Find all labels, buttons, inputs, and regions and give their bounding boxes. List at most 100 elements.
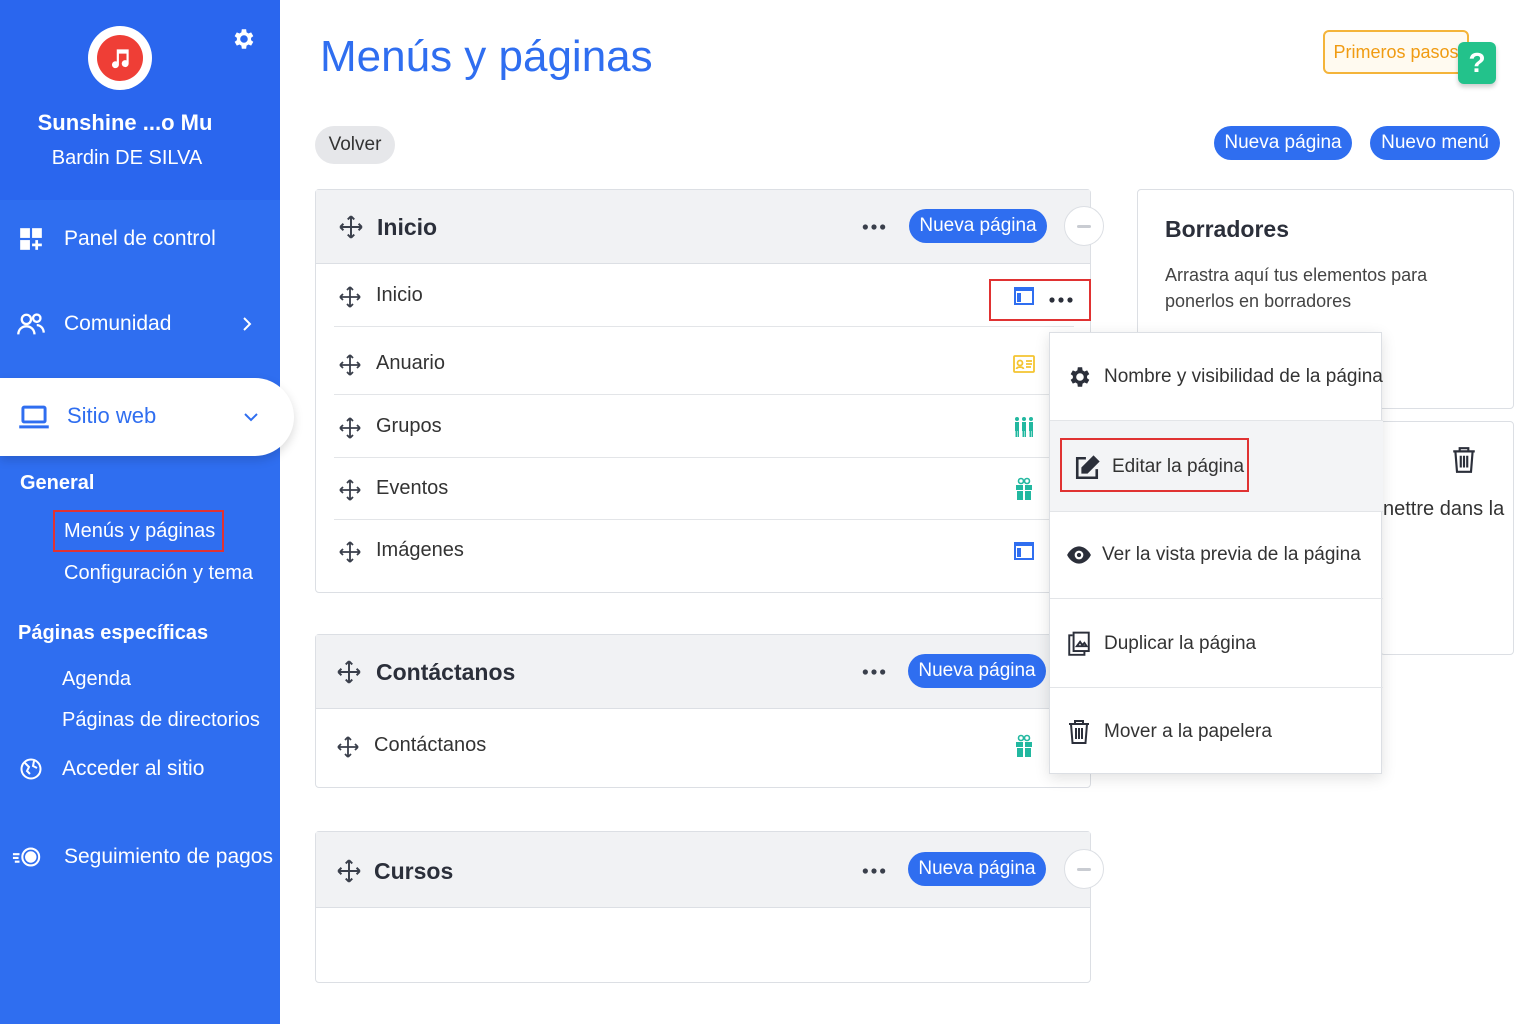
menu-new-page-button[interactable]: Nueva página [909,209,1047,243]
new-menu-button[interactable]: Nuevo menú [1370,126,1500,160]
trash-description: nettre dans la [1383,498,1505,520]
move-handle-icon[interactable] [336,735,360,759]
move-handle-icon[interactable] [338,285,362,309]
payment-tracking-icon [12,842,42,872]
music-note-icon [97,35,143,81]
nav-access-site[interactable]: Acceder al sitio [0,741,280,797]
move-handle-icon[interactable] [336,659,362,685]
chevron-right-icon [243,317,252,331]
collapse-button[interactable] [1064,849,1104,889]
nav-payments-label: Seguimiento de pagos [64,845,273,868]
gift-icon [1016,734,1032,757]
nav-dashboard-label: Panel de control [64,227,216,250]
duplicate-icon [1068,631,1090,656]
globe-icon [16,754,46,784]
menu-new-page-button[interactable]: Nueva página [908,852,1046,886]
gear-icon [1070,367,1090,387]
page-label: Inicio [376,284,423,306]
menu-header: Inicio Nueva página [316,190,1090,264]
page-row[interactable]: Anuario [334,333,1074,395]
dropdown-item-duplicate[interactable]: Duplicar la página [1050,599,1383,688]
gift-icon [1016,477,1032,500]
page-title: Menús y páginas [320,32,653,81]
nav-dashboard[interactable]: Panel de control [0,211,280,267]
dropdown-item-trash[interactable]: Mover a la papelera [1050,688,1383,775]
nav-website-label: Sitio web [67,403,157,428]
dropdown-item-label: Duplicar la página [1104,633,1257,654]
nav-payments[interactable]: Seguimiento de pagos [0,829,280,885]
drafts-title: Borradores [1165,216,1289,242]
section-specific-heading: Páginas específicas [18,622,209,644]
page-label: Imágenes [376,539,464,561]
highlight-row-actions [989,279,1091,321]
trash-panel: nettre dans la [1380,421,1514,655]
menu-name: Cursos [374,858,454,884]
page-label: Eventos [376,477,449,499]
page-label: Contáctanos [374,734,487,756]
nav-website[interactable]: Sitio web [0,378,294,456]
move-handle-icon[interactable] [336,858,362,884]
site-title: Sunshine ...o Mu [37,110,213,135]
back-button[interactable]: Volver [315,126,395,164]
page-row[interactable]: Grupos [334,396,1074,458]
new-page-button[interactable]: Nueva página [1214,126,1352,160]
more-options-icon[interactable] [861,858,887,884]
page-label: Grupos [376,415,442,437]
move-handle-icon[interactable] [338,478,362,502]
nav-community[interactable]: Comunidad [0,296,280,352]
menu-card-contactanos: Contáctanos Nueva página Contáctanos [315,634,1091,788]
more-options-icon[interactable] [861,659,887,685]
dashboard-icon [16,224,46,254]
nav-community-label: Comunidad [64,312,172,335]
minus-icon [1077,867,1091,871]
page-row[interactable]: Imágenes [334,520,1074,582]
menu-name: Inicio [377,214,438,240]
page-row[interactable]: Inicio [334,265,1074,327]
user-name: Bardin DE SILVA [51,147,203,169]
link-agenda[interactable]: Agenda [62,668,131,691]
page-type-icon [1014,542,1034,560]
laptop-icon [18,402,50,432]
link-directory-pages[interactable]: Páginas de directorios [62,709,260,732]
dropdown-item-label: Ver la vista previa de la página [1102,544,1361,565]
sidebar: Sunshine ...o Mu Bardin DE SILVA Panel d… [0,0,294,1024]
site-logo[interactable] [88,26,152,90]
menu-header: Contáctanos Nueva página [316,635,1090,709]
move-handle-icon[interactable] [338,416,362,440]
move-handle-icon[interactable] [338,353,362,377]
highlight-menus-pages [53,510,224,552]
link-config-theme[interactable]: Configuración y tema [64,562,253,585]
dropdown-item-label: Nombre y visibilidad de la página [1104,366,1383,387]
collapse-button[interactable] [1064,206,1104,246]
users-icon [16,309,46,339]
getting-started-button[interactable]: Primeros pasos [1323,30,1469,74]
settings-gear-icon[interactable] [230,26,256,52]
chevron-down-icon [244,413,258,422]
dropdown-item-name-visibility[interactable]: Nombre y visibilidad de la página [1050,333,1383,421]
dropdown-item-preview[interactable]: Ver la vista previa de la página [1050,512,1383,599]
dropdown-item-label: Mover a la papelera [1104,721,1272,742]
move-handle-icon[interactable] [338,214,364,240]
sidebar-header: Sunshine ...o Mu Bardin DE SILVA [0,0,280,200]
help-button[interactable]: ? [1458,42,1496,84]
groups-icon [1015,417,1033,437]
drafts-description: Arrastra aquí tus elementos para ponerlo… [1165,265,1428,311]
page-row[interactable]: Eventos [334,458,1074,520]
nav-access-site-label: Acceder al sitio [62,757,205,780]
menu-card-inicio: Inicio Nueva página Inicio Anuario Grupo… [315,189,1091,593]
minus-icon [1077,224,1091,228]
highlight-edit-page [1060,438,1249,492]
menu-header: Cursos Nueva página [316,832,1090,908]
page-options-dropdown: Nombre y visibilidad de la página Editar… [1049,332,1383,775]
trash-icon[interactable] [1451,446,1477,474]
page-options-icon[interactable] [1047,287,1075,313]
menu-name: Contáctanos [376,659,516,685]
move-handle-icon[interactable] [338,540,362,564]
more-options-icon[interactable] [861,214,887,240]
eye-icon [1067,546,1091,564]
menu-new-page-button[interactable]: Nueva página [908,654,1046,688]
section-general-heading: General [20,472,95,494]
page-row[interactable]: Contáctanos [334,715,1074,777]
page-label: Anuario [376,352,445,374]
trash-icon [1069,720,1089,744]
